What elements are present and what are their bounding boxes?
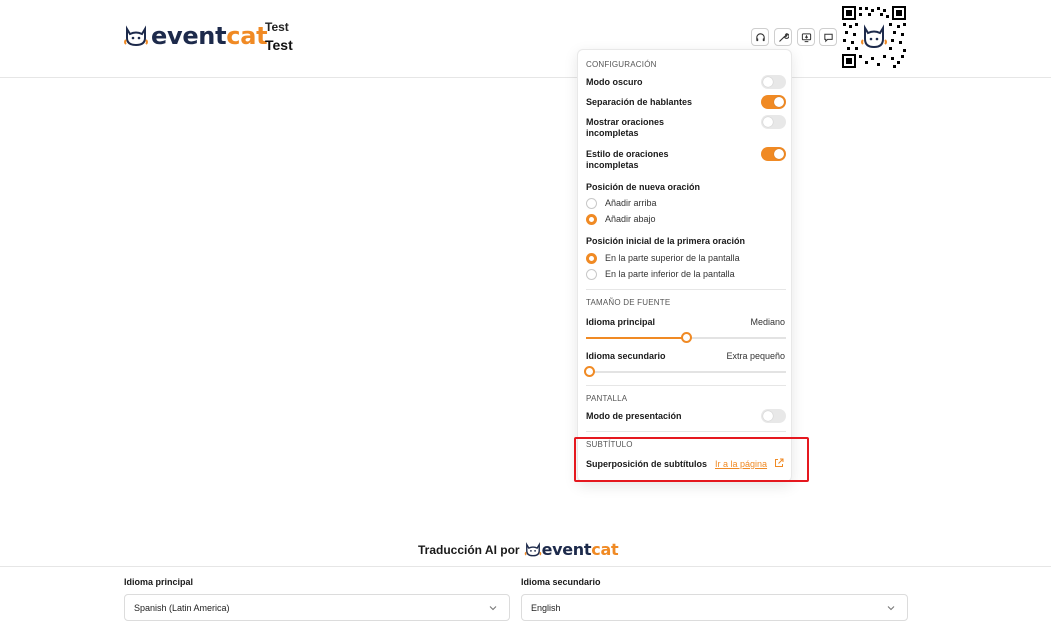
chevron-down-icon — [489, 606, 497, 611]
radio-add-bottom[interactable] — [586, 214, 597, 225]
header: eventcat Test Test — [0, 0, 1051, 78]
cat-logo-icon — [524, 542, 541, 557]
presentation-mode-toggle[interactable] — [761, 409, 786, 423]
secondary-font-size-value: Extra pequeño — [726, 351, 785, 361]
show-incomplete-label-line1: Mostrar oraciones — [586, 117, 665, 127]
speaker-separation-toggle[interactable] — [761, 95, 786, 109]
primary-language-value: Spanish (Latin America) — [134, 603, 230, 613]
logo-text-event: event — [151, 22, 227, 50]
download-screen-icon — [801, 32, 811, 42]
footer-brand: Traducción AI por eventcat — [418, 540, 619, 559]
cat-logo-icon — [124, 25, 148, 47]
secondary-font-size-label: Idioma secundario — [586, 351, 666, 361]
primary-font-size-slider[interactable] — [586, 332, 786, 343]
chat-icon — [823, 33, 833, 42]
divider — [586, 385, 786, 386]
secondary-language-value: English — [531, 603, 561, 613]
secondary-language-select[interactable]: English — [521, 594, 908, 621]
section-title-font-size: TAMAÑO DE FUENTE — [586, 298, 671, 307]
primary-font-size-slider-fill — [586, 337, 686, 339]
dark-mode-label: Modo oscuro — [586, 77, 643, 87]
radio-screen-top-label[interactable]: En la parte superior de la pantalla — [605, 253, 740, 263]
new-sentence-position-label: Posición de nueva oración — [586, 182, 701, 192]
headphones-button[interactable] — [751, 28, 769, 46]
incomplete-style-toggle[interactable] — [761, 147, 786, 161]
chevron-down-icon — [887, 606, 895, 611]
first-sentence-position-label: Posición inicial de la primera oración — [586, 236, 746, 246]
primary-font-size-value: Mediano — [750, 317, 785, 327]
highlight-box — [574, 437, 809, 482]
dark-mode-toggle[interactable] — [761, 75, 786, 89]
divider — [586, 289, 786, 290]
primary-language-select[interactable]: Spanish (Latin America) — [124, 594, 510, 621]
radio-add-top[interactable] — [586, 198, 597, 209]
show-incomplete-label: Mostrar oraciones incompletas — [586, 117, 664, 139]
speaker-separation-label: Separación de hablantes — [586, 97, 693, 107]
screen-download-button[interactable] — [797, 28, 815, 46]
section-title-screen: PANTALLA — [586, 394, 628, 403]
incomplete-style-label-line1: Estilo de oraciones — [586, 149, 669, 159]
radio-add-bottom-label[interactable]: Añadir abajo — [605, 214, 656, 224]
radio-add-top-label[interactable]: Añadir arriba — [605, 198, 657, 208]
chat-button[interactable] — [819, 28, 837, 46]
secondary-font-size-slider-thumb[interactable] — [584, 366, 595, 377]
qr-code-image — [841, 5, 907, 69]
powered-by-text: Traducción AI por — [418, 542, 520, 557]
incomplete-style-label: Estilo de oraciones incompletas — [586, 149, 669, 171]
event-subtitle: Test — [265, 20, 289, 34]
event-title: Test — [265, 37, 293, 53]
radio-screen-bottom-label[interactable]: En la parte inferior de la pantalla — [605, 269, 735, 279]
presentation-mode-label: Modo de presentación — [586, 411, 682, 421]
show-incomplete-toggle[interactable] — [761, 115, 786, 129]
footer-logo-text-event: event — [541, 540, 592, 559]
settings-dropdown-menu: CONFIGURACIÓN Modo oscuro Separación de … — [577, 49, 792, 482]
divider — [586, 431, 786, 432]
wrench-icon — [778, 32, 789, 42]
secondary-language-label: Idioma secundario — [521, 577, 601, 587]
section-title-config: CONFIGURACIÓN — [586, 60, 657, 69]
primary-language-label: Idioma principal — [124, 577, 194, 587]
incomplete-style-label-line2: incompletas — [586, 160, 639, 170]
footer-logo-text-cat: cat — [591, 540, 619, 559]
show-incomplete-label-line2: incompletas — [586, 128, 639, 138]
primary-font-size-slider-thumb[interactable] — [681, 332, 692, 343]
headphones-icon — [755, 32, 765, 41]
eventcat-logo[interactable]: eventcat — [123, 22, 268, 50]
radio-screen-top[interactable] — [586, 253, 597, 264]
event-title-block: Test Test — [265, 20, 293, 53]
radio-screen-bottom[interactable] — [586, 269, 597, 280]
settings-button[interactable] — [774, 28, 792, 46]
secondary-font-size-slider[interactable] — [584, 366, 786, 377]
logo-text-cat: cat — [226, 22, 268, 50]
primary-font-size-label: Idioma principal — [586, 317, 656, 327]
